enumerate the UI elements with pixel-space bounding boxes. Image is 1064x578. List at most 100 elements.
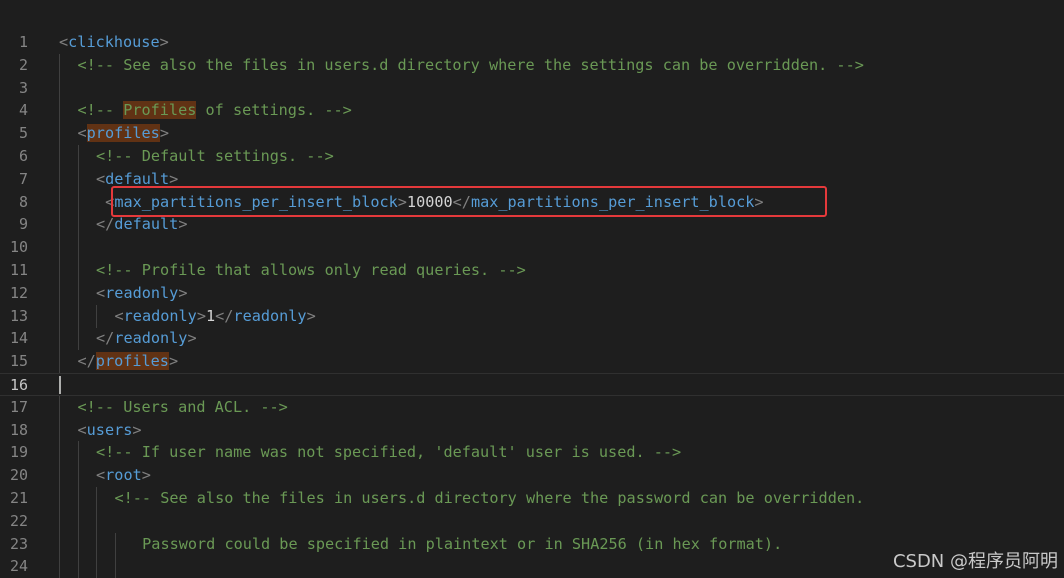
indent-guide <box>59 509 60 533</box>
code-line[interactable]: 1 <clickhouse> <box>0 31 1064 54</box>
code-line[interactable]: 13 <readonly>1</readonly> <box>0 304 1064 328</box>
code-line[interactable]: 10 <box>0 236 1064 260</box>
code-token: </ <box>96 329 115 348</box>
line-number: 3 <box>18 78 28 97</box>
code-text: <readonly>1</readonly> <box>115 305 316 328</box>
code-token: </ <box>77 352 96 371</box>
indent-guide <box>114 555 116 578</box>
code-line[interactable]: 6 <!-- Default settings. --> <box>0 145 1064 168</box>
code-text: <profiles> <box>78 122 169 145</box>
code-line[interactable]: 14 </readonly> <box>0 327 1064 351</box>
indent-guide <box>77 190 79 214</box>
code-line[interactable]: 15 </profiles> <box>0 350 1064 374</box>
line-number: 2 <box>18 55 28 74</box>
indent-guide <box>59 281 60 305</box>
code-text: <readonly> <box>96 282 187 305</box>
line-number: 14 <box>9 329 28 348</box>
line-number: 15 <box>9 352 28 371</box>
code-token: <!-- See also the files in users.d direc… <box>114 489 865 507</box>
code-line[interactable]: 17 <!-- Users and ACL. --> <box>0 395 1064 419</box>
code-line[interactable]: 18 <users> <box>0 418 1064 442</box>
code-line[interactable]: 2 <!-- See also the files in users.d dire… <box>0 53 1064 77</box>
line-number: 5 <box>18 124 28 143</box>
code-text: Password could be specified in plaintext… <box>133 533 782 556</box>
code-token: > <box>159 33 169 51</box>
indent-guide <box>59 99 60 123</box>
code-token: profiles <box>95 352 169 371</box>
line-number: 8 <box>18 192 28 211</box>
indent-guide <box>77 532 79 556</box>
code-token: > <box>132 420 142 439</box>
code-token: </ <box>215 306 234 325</box>
code-line[interactable]: 12 <readonly> <box>0 281 1064 305</box>
code-token: < <box>77 420 87 439</box>
code-line[interactable]: 5 <profiles> <box>0 122 1064 146</box>
code-line[interactable]: 22 <box>0 509 1064 533</box>
code-text: <!-- Profile that allows only read queri… <box>96 259 526 282</box>
watermark: CSDN @程序员阿明 <box>892 551 1058 572</box>
code-text: <!-- See also the files in users.d direc… <box>78 54 864 77</box>
text-cursor <box>59 376 61 394</box>
indent-guide <box>77 259 79 282</box>
code-token: < <box>59 33 69 51</box>
line-number: 10 <box>9 238 28 257</box>
code-token: users <box>86 420 133 439</box>
code-line[interactable]: 11 <!-- Profile that allows only read que… <box>0 259 1064 282</box>
indent-guide <box>59 532 60 556</box>
indent-guide <box>59 441 60 465</box>
code-line[interactable]: 3 <box>0 76 1064 100</box>
code-token: < <box>96 466 106 485</box>
indent-guide <box>77 441 79 465</box>
code-token: of settings. --> <box>196 101 352 120</box>
code-token: > <box>196 306 206 325</box>
indent-guide <box>77 327 79 351</box>
indent-guide <box>77 304 79 328</box>
indent-guide <box>77 281 79 305</box>
line-number: 19 <box>9 443 28 462</box>
indent-guide <box>77 236 79 260</box>
line-number: 7 <box>18 169 28 188</box>
code-line[interactable]: 20 <root> <box>0 464 1064 488</box>
code-token: > <box>168 352 179 371</box>
indent-guide <box>59 167 60 191</box>
code-token: <!-- Default settings. --> <box>96 147 334 165</box>
line-number: 23 <box>9 534 28 553</box>
indent-guide <box>96 555 97 578</box>
indent-guide <box>59 145 60 168</box>
code-text: <clickhouse> <box>59 31 169 54</box>
line-number: 4 <box>18 101 28 120</box>
code-text: </readonly> <box>96 327 197 350</box>
indent-guide <box>59 304 60 328</box>
code-text: <!-- Default settings. --> <box>96 145 334 168</box>
line-number: 13 <box>9 306 28 325</box>
code-line[interactable]: 4 <!-- Profiles of settings. --> <box>0 99 1064 123</box>
indent-guide <box>59 487 60 510</box>
line-number: 24 <box>9 557 28 576</box>
code-line[interactable]: 21 <!-- See also the files in users.d dir… <box>0 487 1064 510</box>
line-number: 21 <box>9 489 28 507</box>
code-token: root <box>105 466 142 485</box>
code-text: <users> <box>78 419 142 442</box>
code-token: > <box>178 283 188 302</box>
indent-guide <box>59 555 60 578</box>
indent-guide <box>77 487 79 510</box>
code-line[interactable]: 16 <box>0 373 1064 396</box>
highlight-box <box>111 186 827 217</box>
indent-guide <box>59 213 60 237</box>
code-token: <!-- Users and ACL. --> <box>77 397 288 416</box>
code-line[interactable]: 19 <!-- If user name was not specified, '… <box>0 441 1064 465</box>
code-token: clickhouse <box>68 33 160 51</box>
code-token: readonly <box>233 306 307 325</box>
line-number: 1 <box>18 33 28 51</box>
indent-guide <box>96 532 97 556</box>
indent-guide <box>77 167 79 191</box>
code-token: readonly <box>105 283 179 302</box>
indent-guide <box>96 304 97 328</box>
code-token: <!-- <box>77 101 124 120</box>
indent-guide <box>77 145 79 168</box>
code-editor[interactable]: 1 <clickhouse> 2 <!-- See also the files in… <box>0 0 1064 578</box>
indent-guide <box>77 555 79 578</box>
code-token: readonly <box>114 329 188 348</box>
line-number: 12 <box>9 283 28 302</box>
indent-guide <box>59 259 60 282</box>
